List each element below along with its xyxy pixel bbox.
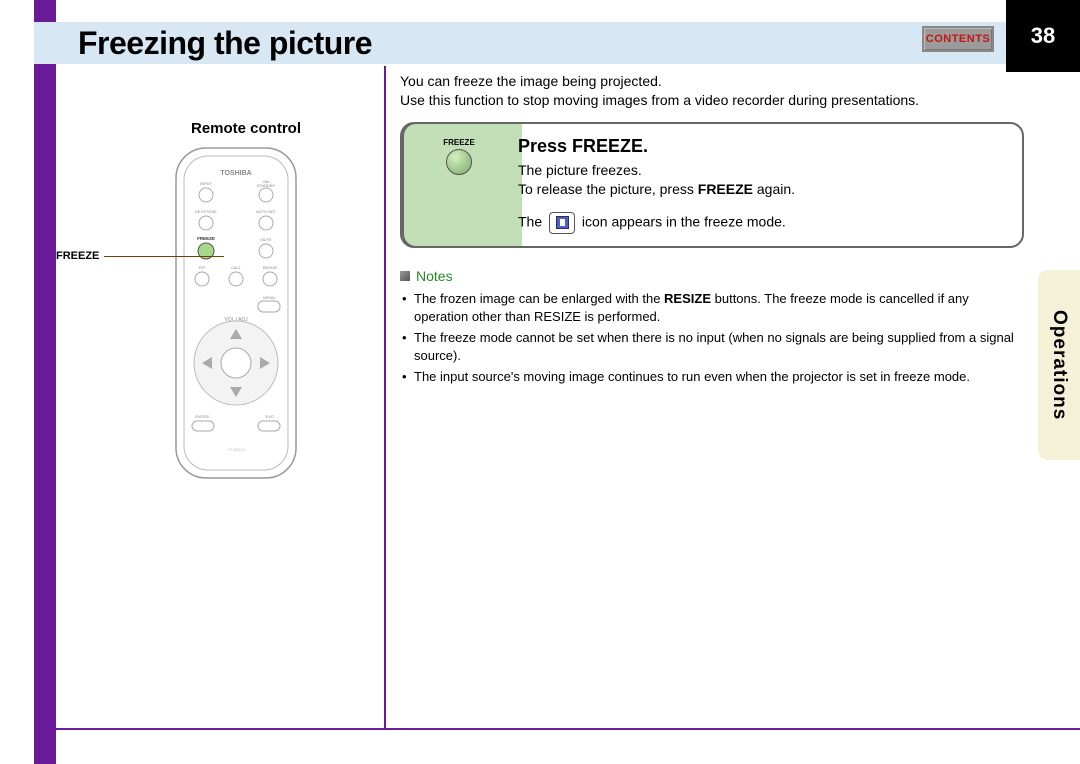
freeze-button-icon [446,149,472,175]
notes-list: The frozen image can be enlarged with th… [400,290,1024,386]
contents-button[interactable]: CONTENTS [922,26,994,52]
instruction-heading: Press FREEZE. [518,136,1006,157]
svg-text:CALL: CALL [231,265,242,270]
instruction-line-3: The icon appears in the freeze mode. [518,212,1006,234]
column-divider [384,66,386,730]
freeze-mode-icon [549,212,575,234]
svg-text:INPUT: INPUT [200,181,213,186]
intro-line-1: You can freeze the image being projected… [400,72,1024,91]
notes-item: The frozen image can be enlarged with th… [400,290,1024,325]
instruction-line-2: To release the picture, press FREEZE aga… [518,180,1006,200]
remote-control-heading: Remote control [116,120,376,137]
contents-label: CONTENTS [926,33,991,45]
page-title: Freezing the picture [78,25,372,62]
instruction-box: FREEZE Press FREEZE. The picture freezes… [400,122,1024,248]
notes-heading: Notes [400,268,1024,284]
intro-line-2: Use this function to stop moving images … [400,91,1024,110]
svg-text:MENU: MENU [263,295,275,300]
instruction-text-column: Press FREEZE. The picture freezes. To re… [518,136,1006,234]
section-tab-label: Operations [1048,310,1070,420]
notes-item: The input source's moving image continue… [400,368,1024,386]
svg-text:EXIT: EXIT [266,414,275,419]
left-accent-bar [34,0,56,764]
svg-text:RESIZE: RESIZE [263,265,278,270]
remote-control-illustration: TOSHIBA INPUT ON/ STANDBY KEYSTONE AUTO … [96,143,376,483]
svg-text:AUTO SET: AUTO SET [256,209,276,214]
instruction-line-1: The picture freezes. [518,161,1006,181]
callout-line [104,256,224,257]
svg-text:CT-90113: CT-90113 [227,447,245,452]
page-number-box: 38 [1006,0,1080,72]
freeze-button-label: FREEZE [443,138,475,147]
right-column: You can freeze the image being projected… [400,72,1024,390]
svg-text:KEYSTONE: KEYSTONE [195,209,217,214]
notes-item: The freeze mode cannot be set when there… [400,329,1024,364]
bottom-rule [56,728,1080,730]
left-column: Remote control FREEZE TOSHIBA INPUT ON/ … [56,120,376,483]
page-number: 38 [1031,23,1055,49]
instruction-icon-column: FREEZE [414,136,504,234]
svg-text:FREEZE: FREEZE [197,236,215,241]
svg-text:MUTE: MUTE [260,237,272,242]
svg-text:ENTER: ENTER [195,414,209,419]
section-tab[interactable]: Operations [1038,270,1080,460]
notes-bullet-icon [400,271,410,281]
intro-text: You can freeze the image being projected… [400,72,1024,110]
notes-heading-text: Notes [416,268,453,284]
svg-text:PIP: PIP [199,265,206,270]
freeze-callout-label: FREEZE [56,250,99,262]
brand-label: TOSHIBA [220,170,251,177]
svg-text:STANDBY: STANDBY [257,183,276,188]
